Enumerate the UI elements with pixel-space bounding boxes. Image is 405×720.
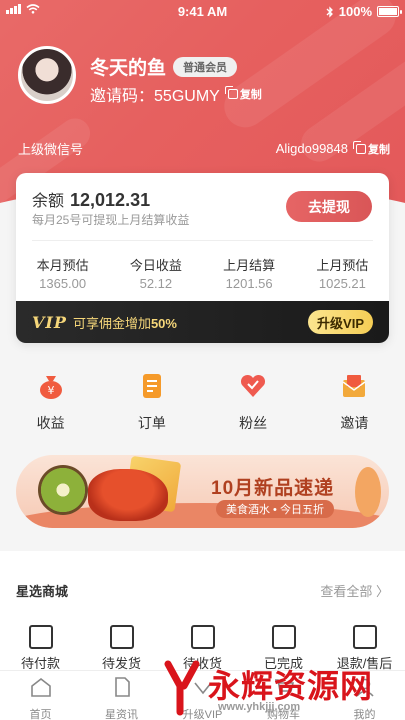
invite-envelope-icon [342,375,366,397]
quick-action-fans[interactable]: 粉丝 [203,372,304,433]
quick-action-orders[interactable]: 订单 [101,372,202,433]
invite-code-row: 邀请码：55GUMY 复制 [90,82,262,106]
battery-icon [377,6,402,17]
quick-action-label: 粉丝 [239,415,268,431]
checklist-icon [271,625,296,649]
watermark-logo-icon [164,660,200,716]
wallet-icon [28,625,53,649]
copy-label: 复制 [368,143,390,156]
package-icon [109,625,134,649]
stat-label: 上月预估 [316,258,369,273]
vip-text: 可享佣金增加 [72,315,151,331]
stat-label: 上月结算 [223,258,276,273]
quick-action-label: 订单 [137,415,166,431]
copy-wechat-button[interactable]: 复制 [353,140,390,157]
promo-banner[interactable]: 10月新品速递 美食酒水 • 今日五折 [16,455,389,528]
mall-title: 星选商城 [16,584,69,599]
bluetooth-icon [326,5,333,18]
withdraw-button[interactable]: 去提现 [286,191,372,222]
upgrade-vip-button[interactable]: 升级VIP [308,310,373,334]
money-bag-icon: ¥ [39,376,62,399]
heart-fans-icon [241,374,266,397]
balance-value: 12,012.31 [70,190,151,210]
avatar[interactable] [18,46,76,104]
stat-value: 1025.21 [318,276,366,291]
quick-action-label: 邀请 [340,415,369,431]
order-doc-icon [142,374,161,398]
refund-icon [352,625,377,649]
balance-row: 余额 12,012.31 [32,187,150,211]
stat-value: 52.12 [139,276,173,291]
home-icon [30,677,51,697]
svg-text:¥: ¥ [47,384,54,397]
quick-actions: ¥ 收益 订单 粉丝 邀请 [0,372,405,433]
stat-item[interactable]: 上月预估 1025.21 [296,255,389,291]
copy-icon [353,140,366,154]
vip-percent: 50% [150,315,177,331]
news-icon [114,677,130,697]
view-all-link[interactable]: 查看全部 〉 [320,581,389,600]
quick-action-label: 收益 [36,415,65,431]
stat-item[interactable]: 本月预估 1365.00 [16,255,109,291]
stat-label: 今日收益 [129,258,182,273]
tab-label: 首页 [29,709,52,720]
earnings-stats: 本月预估 1365.00 今日收益 52.12 上月结算 1201.56 上月预… [16,255,389,291]
battery-fill [379,8,397,15]
tab-home[interactable]: 首页 [0,671,81,720]
banner-decoration [355,467,381,517]
balance-label: 余额 [32,193,65,210]
copy-label: 复制 [239,89,262,101]
withdraw-note: 每月25号可提现上月结算收益 [32,213,190,227]
vip-logo: VIP [32,312,67,332]
member-badge: 普通会员 [173,57,237,77]
site-watermark: 永辉资源网 www.yhkjjj.com [150,655,405,720]
kiwi-image [38,465,88,515]
quick-action-income[interactable]: ¥ 收益 [0,372,101,433]
vip-promo-bar[interactable]: VIP 可享佣金增加50% 升级VIP [16,301,389,343]
stat-label: 本月预估 [36,258,89,273]
copy-invite-button[interactable]: 复制 [224,86,262,102]
invite-label: 邀请码： [90,88,155,105]
balance-card: 余额 12,012.31 每月25号可提现上月结算收益 去提现 本月预估 1365… [16,173,389,343]
stat-value: 1201.56 [225,276,273,291]
truck-icon [190,625,215,649]
status-bar: 9:41 AM 100% [0,0,405,22]
user-name: 冬天的鱼 [90,58,167,79]
wechat-id: Aligdo99848 [275,141,348,156]
quick-action-invite[interactable]: 邀请 [304,372,405,433]
crab-image [88,469,168,521]
banner-title: 10月新品速递 [211,478,335,499]
stat-value: 1365.00 [39,276,87,291]
stat-item[interactable]: 上月结算 1201.56 [203,255,296,291]
invite-code: 55GUMY [154,88,220,105]
divider [32,240,373,241]
order-pending-payment[interactable]: 待付款 [0,625,81,672]
superior-wechat-row: 上级微信号 Aligdo99848 复制 [18,139,390,158]
wechat-label: 上级微信号 [18,142,84,157]
banner-subtitle: 美食酒水 • 今日五折 [216,500,334,518]
copy-icon [224,86,238,99]
stat-item[interactable]: 今日收益 52.12 [109,255,202,291]
watermark-url: www.yhkjjj.com [218,701,301,713]
battery-percent: 100% [338,4,372,19]
